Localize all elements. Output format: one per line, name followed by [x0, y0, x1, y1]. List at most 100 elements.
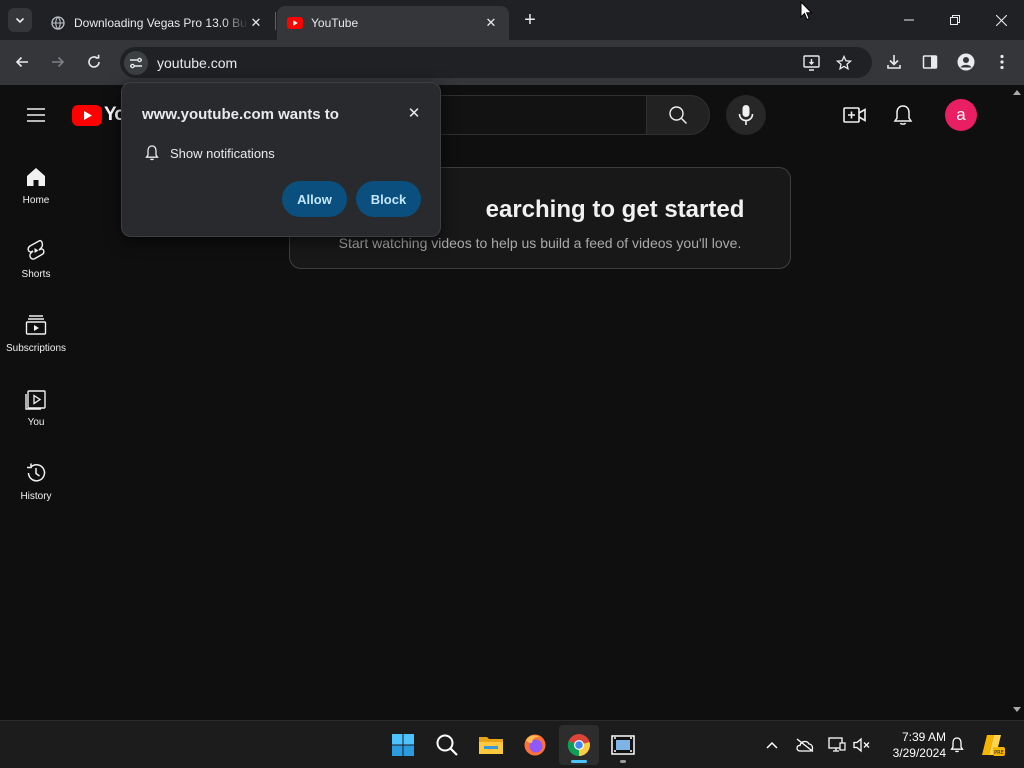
- voice-search-button[interactable]: [726, 95, 766, 135]
- tab-youtube[interactable]: YouTube ✕: [277, 6, 509, 40]
- firefox-icon: [524, 734, 546, 756]
- tab-separator: [275, 12, 276, 30]
- file-explorer-button[interactable]: [471, 725, 511, 765]
- guide-item-shorts[interactable]: Shorts: [0, 223, 72, 297]
- notifications-button[interactable]: [891, 103, 915, 127]
- windows-taskbar: 7:39 AM 3/29/2024 PRE: [0, 720, 1024, 768]
- address-bar[interactable]: youtube.com: [120, 47, 872, 78]
- search-icon: [436, 734, 458, 756]
- network-tray[interactable]: [825, 733, 849, 757]
- open-indicator: [620, 760, 626, 763]
- side-panel-icon: [922, 55, 938, 69]
- svg-text:PRE: PRE: [994, 750, 1004, 756]
- star-icon: [836, 55, 852, 71]
- bookmark-button[interactable]: [832, 51, 856, 75]
- install-app-button[interactable]: [800, 51, 824, 75]
- guide-label: Shorts: [21, 269, 51, 280]
- feed-subtext: Start watching videos to help us build a…: [338, 235, 742, 251]
- notification-permission-prompt: www.youtube.com wants to ✕ Show notifica…: [121, 82, 441, 237]
- bell-icon: [893, 105, 913, 125]
- system-clock[interactable]: 7:39 AM 3/29/2024: [880, 729, 946, 761]
- mouse-cursor-icon: [800, 1, 813, 21]
- globe-icon: [50, 15, 66, 31]
- chrome-menu-button[interactable]: [988, 48, 1016, 76]
- close-window-button[interactable]: [978, 0, 1024, 40]
- side-panel-button[interactable]: [916, 48, 944, 76]
- microphone-icon: [738, 105, 754, 125]
- copilot-icon: PRE: [982, 735, 1005, 756]
- search-button[interactable]: [646, 95, 710, 135]
- guide-item-history[interactable]: History: [0, 445, 72, 519]
- volume-muted-icon: [853, 737, 870, 753]
- tab-strip: Downloading Vegas Pro 13.0 Bu ✕ YouTube …: [0, 0, 1024, 40]
- minimize-button[interactable]: [886, 0, 932, 40]
- guide-item-home[interactable]: Home: [0, 149, 72, 223]
- site-info-button[interactable]: [124, 51, 148, 75]
- scroll-down-arrow[interactable]: [1013, 707, 1021, 712]
- tune-icon: [130, 57, 142, 69]
- video-editor-icon: [611, 735, 635, 755]
- guide-label: Home: [22, 195, 50, 206]
- guide-item-subscriptions[interactable]: Subscriptions: [0, 297, 72, 371]
- tab-title: Downloading Vegas Pro 13.0 Bu: [74, 16, 247, 30]
- copilot-tray[interactable]: PRE: [980, 733, 1006, 757]
- arrow-left-icon: [15, 56, 28, 68]
- forward-button[interactable]: [44, 48, 72, 76]
- url-text[interactable]: youtube.com: [157, 55, 237, 71]
- onedrive-tray[interactable]: [793, 733, 817, 757]
- profile-button[interactable]: [952, 48, 980, 76]
- guide-label: Subscriptions: [5, 343, 67, 354]
- install-app-icon: [803, 55, 820, 71]
- home-icon: [24, 165, 48, 189]
- firefox-button[interactable]: [515, 725, 555, 765]
- reload-button[interactable]: [80, 48, 108, 76]
- new-tab-button[interactable]: +: [518, 8, 542, 32]
- close-tab-icon[interactable]: ✕: [248, 15, 264, 31]
- guide-item-you[interactable]: You: [0, 371, 72, 445]
- restore-button[interactable]: [932, 0, 978, 40]
- notification-center-button[interactable]: [945, 733, 969, 757]
- search-input[interactable]: [432, 95, 646, 135]
- minimize-icon: [904, 19, 914, 21]
- file-explorer-icon: [479, 737, 503, 754]
- allow-button[interactable]: Allow: [282, 181, 347, 217]
- guide-menu-button[interactable]: [24, 103, 48, 127]
- subscriptions-icon: [24, 313, 48, 337]
- history-icon: [24, 461, 48, 485]
- chevron-down-icon: [15, 17, 25, 24]
- chevron-up-icon: [766, 741, 778, 749]
- restore-icon: [950, 15, 960, 25]
- arrow-right-icon: [52, 56, 65, 68]
- video-editor-button[interactable]: [603, 725, 643, 765]
- block-button[interactable]: Block: [356, 181, 421, 217]
- bell-icon: [950, 737, 964, 753]
- permission-label: Show notifications: [170, 145, 275, 161]
- show-hidden-icons-button[interactable]: [760, 733, 784, 757]
- guide-label: History: [20, 491, 52, 502]
- youtube-logo[interactable]: Yo: [72, 104, 126, 126]
- hamburger-icon: [27, 108, 45, 122]
- create-button[interactable]: [843, 103, 867, 127]
- reload-icon: [88, 54, 100, 68]
- chrome-icon: [567, 734, 590, 757]
- scroll-up-arrow[interactable]: [1013, 90, 1021, 95]
- close-tab-icon[interactable]: ✕: [483, 15, 499, 31]
- bell-icon: [144, 145, 160, 161]
- guide-label: You: [27, 417, 45, 428]
- network-icon: [828, 737, 846, 752]
- avatar[interactable]: a: [945, 99, 977, 131]
- more-vert-icon: [1000, 54, 1004, 70]
- shorts-icon: [24, 239, 48, 263]
- chrome-button[interactable]: [559, 725, 599, 765]
- youtube-icon: [287, 15, 303, 31]
- search-icon: [669, 106, 687, 124]
- youtube-icon: [72, 104, 102, 126]
- close-icon[interactable]: ✕: [404, 103, 424, 123]
- tab-vegas[interactable]: Downloading Vegas Pro 13.0 Bu ✕: [40, 6, 274, 40]
- back-button[interactable]: [8, 48, 36, 76]
- taskbar-search-button[interactable]: [427, 725, 467, 765]
- volume-tray[interactable]: [850, 733, 874, 757]
- tab-search-button[interactable]: [8, 8, 32, 32]
- downloads-button[interactable]: [880, 48, 908, 76]
- start-button[interactable]: [383, 725, 423, 765]
